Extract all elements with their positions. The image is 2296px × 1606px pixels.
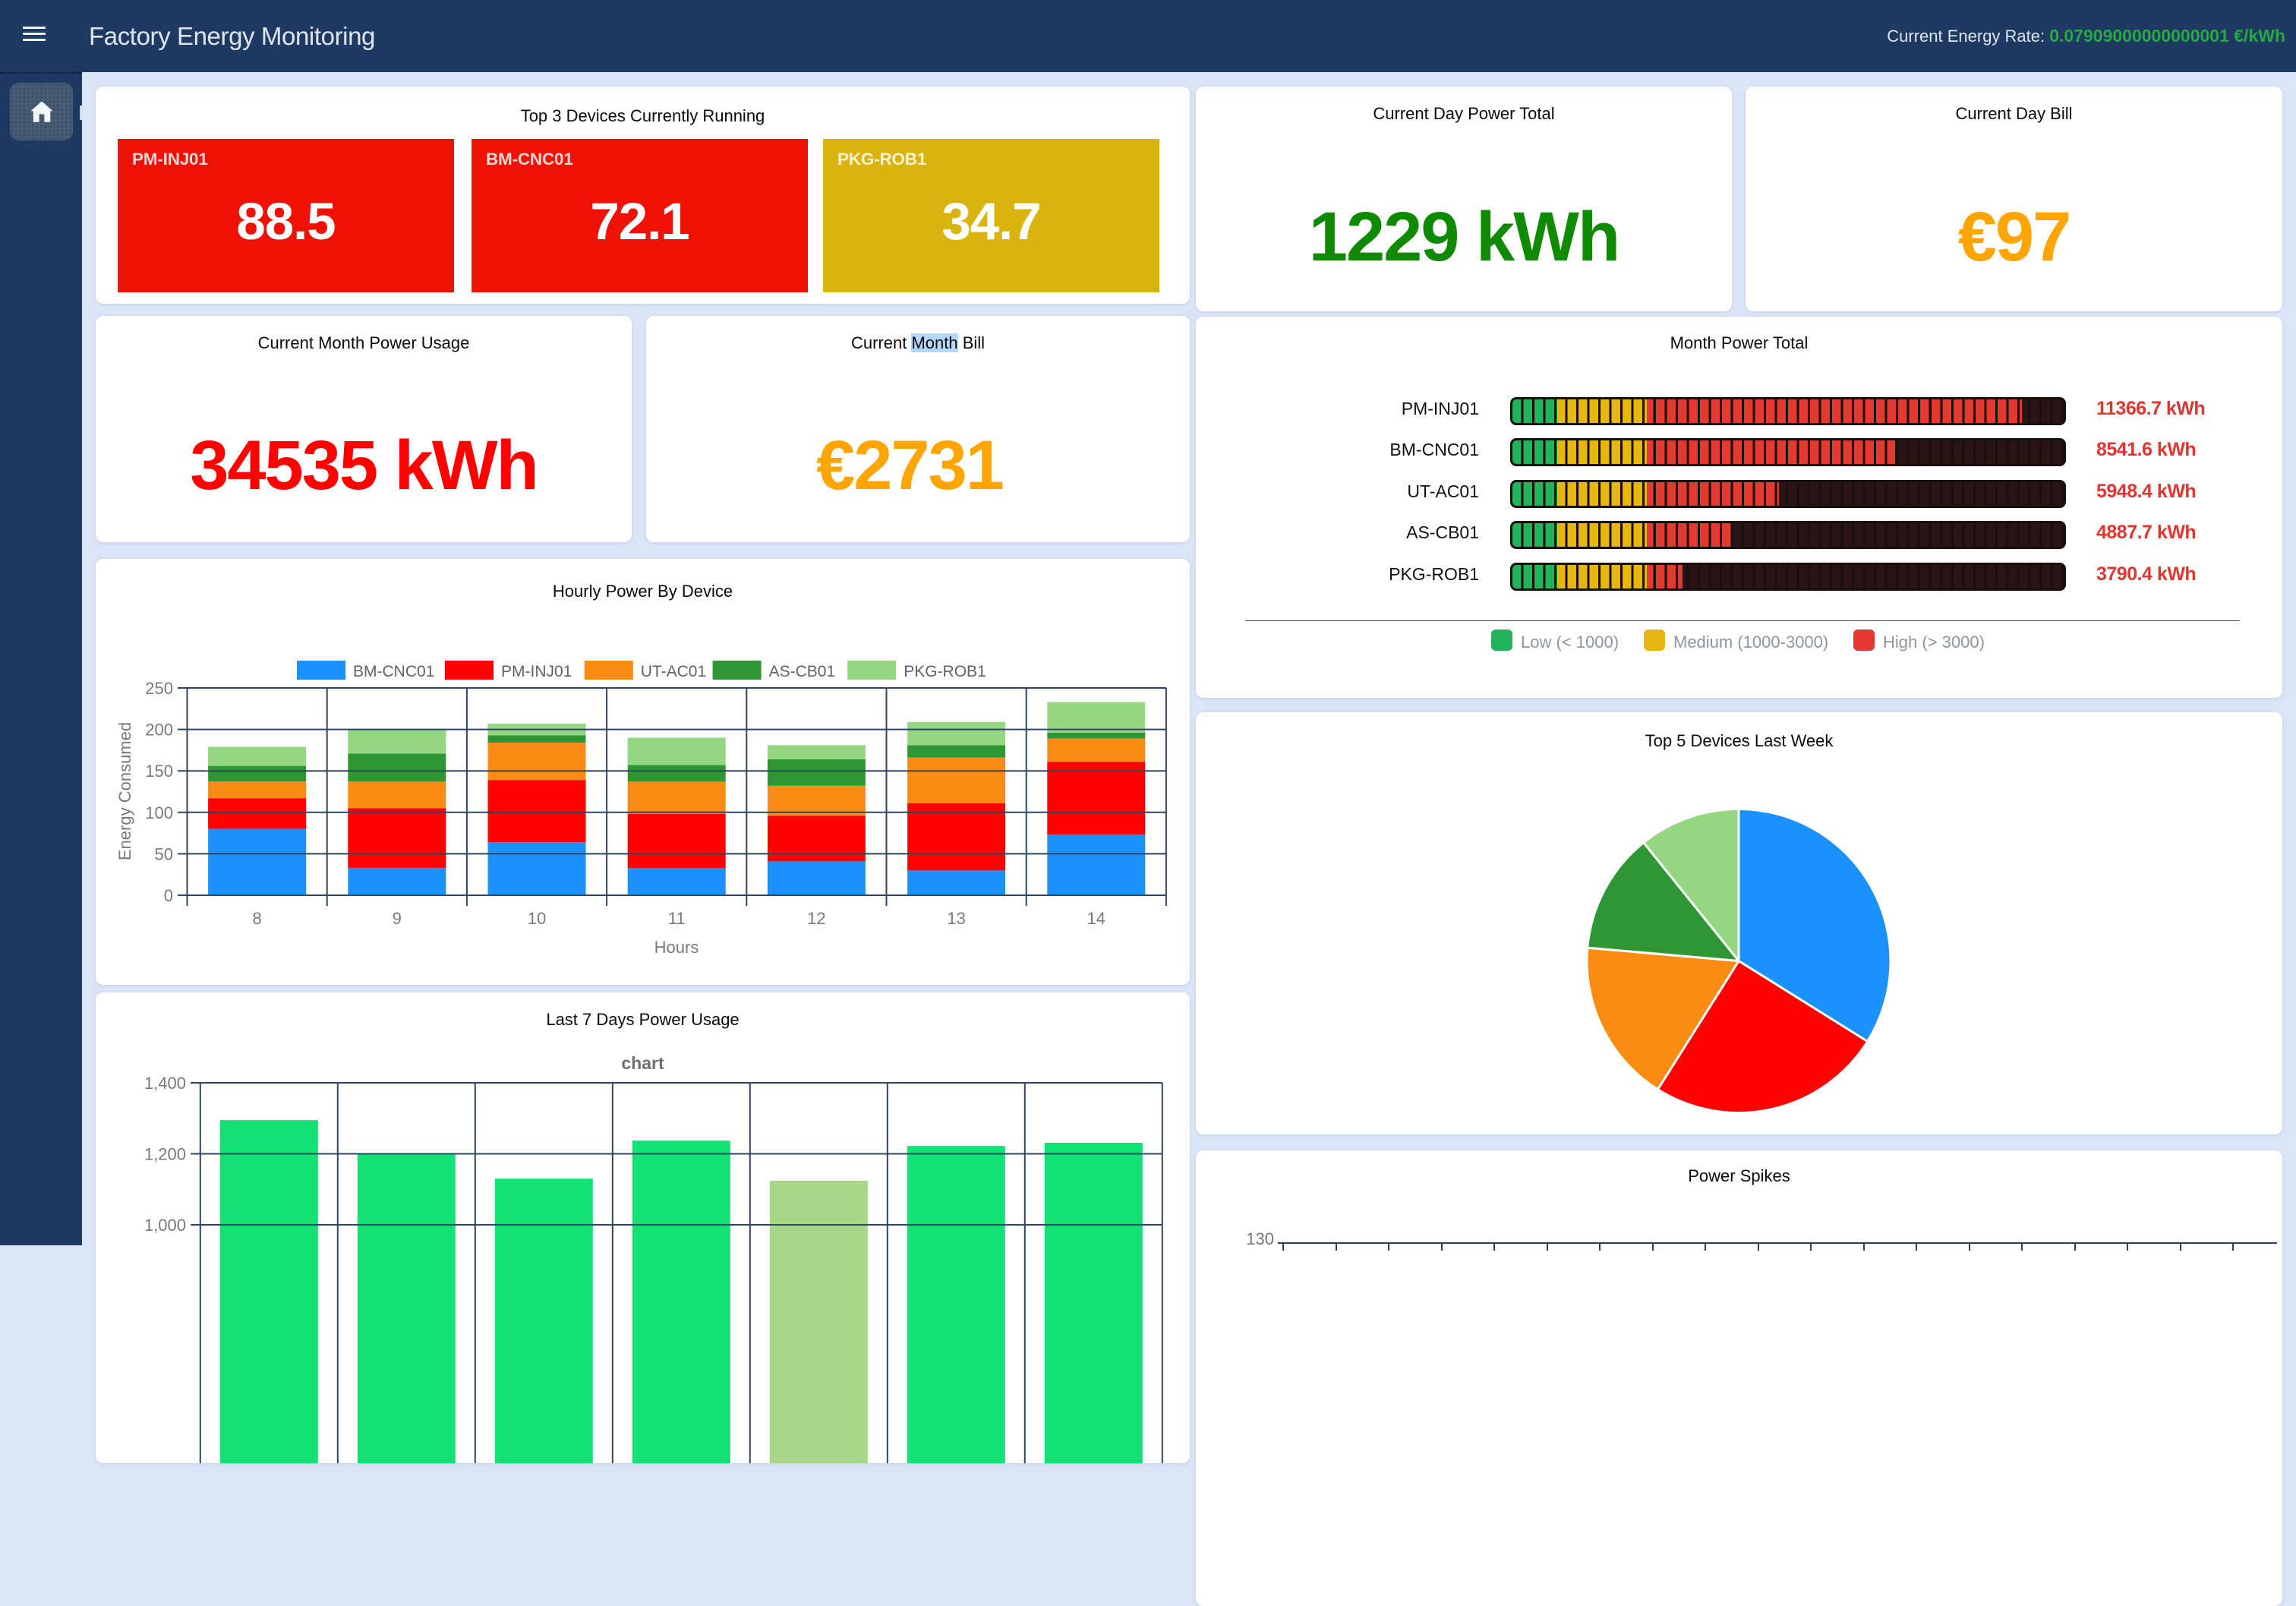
svg-text:PM-INJ01: PM-INJ01	[501, 663, 572, 680]
svg-text:50: 50	[155, 844, 173, 863]
svg-text:100: 100	[145, 803, 173, 822]
svg-text:200: 200	[145, 721, 173, 740]
svg-text:1,200: 1,200	[144, 1145, 186, 1164]
svg-text:14: 14	[1087, 909, 1105, 928]
svg-text:11: 11	[668, 909, 686, 928]
svg-text:BM-CNC01: BM-CNC01	[353, 663, 434, 680]
svg-text:Hours: Hours	[654, 938, 699, 957]
svg-text:12: 12	[807, 909, 825, 928]
svg-text:150: 150	[145, 762, 173, 781]
svg-text:Energy Consumed: Energy Consumed	[115, 722, 134, 860]
svg-text:PKG-ROB1: PKG-ROB1	[904, 663, 986, 680]
svg-text:AS-CB01: AS-CB01	[769, 663, 836, 680]
svg-text:1,000: 1,000	[144, 1216, 186, 1235]
svg-text:1,400: 1,400	[144, 1074, 186, 1093]
svg-text:9: 9	[393, 909, 402, 928]
svg-text:13: 13	[947, 909, 965, 928]
svg-text:10: 10	[528, 909, 546, 928]
svg-text:0: 0	[164, 886, 173, 905]
svg-text:8: 8	[252, 909, 261, 928]
svg-text:UT-AC01: UT-AC01	[641, 663, 706, 680]
svg-text:250: 250	[145, 679, 173, 698]
